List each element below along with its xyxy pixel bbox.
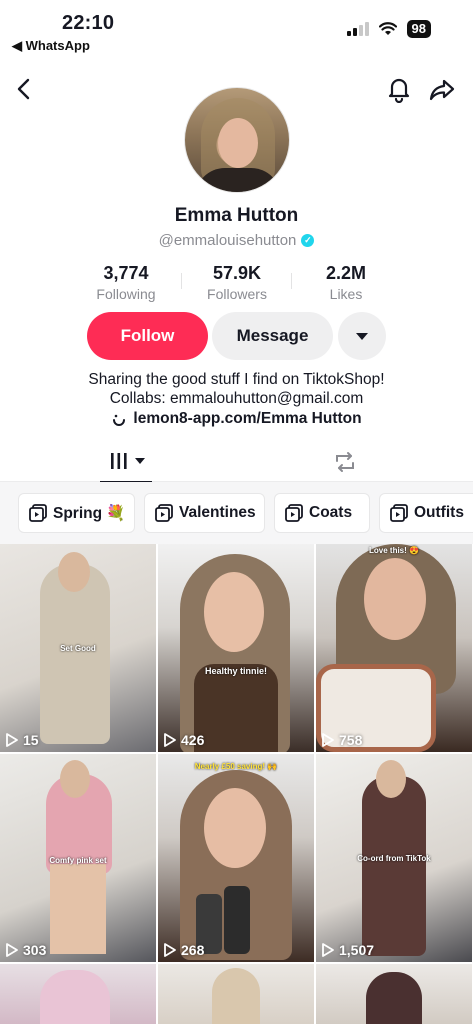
play-icon xyxy=(322,733,334,747)
view-count: 1,507 xyxy=(322,942,374,958)
status-time: 22:10 xyxy=(62,12,115,34)
message-button[interactable]: Message xyxy=(212,312,333,360)
videos-grid-icon xyxy=(111,453,127,469)
followers-count: 57.9K xyxy=(212,263,262,283)
bio-email: Collabs: emmalouhutton@gmail.com xyxy=(109,390,364,407)
playlist-coats[interactable]: Coats xyxy=(274,493,370,533)
dropdown-caret-icon xyxy=(135,458,145,464)
stat-following[interactable]: 3,774 Following xyxy=(71,263,181,302)
avatar[interactable] xyxy=(184,87,290,193)
content-tabs xyxy=(0,440,473,483)
battery-icon: 98 xyxy=(406,20,431,38)
status-icons: 98 xyxy=(346,20,431,38)
video-tile[interactable] xyxy=(158,964,314,1024)
wifi-icon xyxy=(378,22,397,35)
video-tile[interactable]: Healthy tinnie! 426 xyxy=(158,544,314,752)
playlist-label: Coats xyxy=(309,504,353,521)
caret-down-icon xyxy=(356,333,368,340)
playlist-icon xyxy=(390,504,408,522)
playlist-outfits[interactable]: Outfits xyxy=(379,493,473,533)
stat-followers[interactable]: 57.9K Followers xyxy=(182,263,292,302)
follow-button[interactable]: Follow xyxy=(87,312,208,360)
link-icon xyxy=(113,414,126,426)
video-tile[interactable]: Love this! 😍 758 xyxy=(316,544,472,752)
followers-label: Followers xyxy=(207,286,267,302)
following-count: 3,774 xyxy=(103,263,149,283)
bio-link[interactable]: lemon8-app.com/Emma Hutton xyxy=(0,410,473,428)
profile-handle: @emmalouisehutton xyxy=(158,232,297,249)
cellular-signal-icon xyxy=(346,22,369,36)
likes-label: Likes xyxy=(329,286,363,302)
playlist-label: Valentines xyxy=(179,504,256,521)
handle-row: @emmalouisehutton ✓ xyxy=(0,232,473,249)
video-caption: Comfy pink set xyxy=(49,856,107,865)
playlist-label: Outfits xyxy=(414,504,464,521)
tab-videos[interactable] xyxy=(100,440,152,483)
following-label: Following xyxy=(96,286,156,302)
view-count: 15 xyxy=(6,732,39,748)
video-tile[interactable] xyxy=(316,964,472,1024)
play-icon xyxy=(322,943,334,957)
bio-line: Sharing the good stuff I find on TiktokS… xyxy=(88,371,385,388)
video-caption: Healthy tinnie! xyxy=(204,666,267,676)
playlists-row: Spring 💐 Valentines Coats Outfits xyxy=(0,482,473,544)
bio-link-text: lemon8-app.com/Emma Hutton xyxy=(133,410,362,427)
video-tile[interactable]: Comfy pink set 303 xyxy=(0,754,156,962)
video-tile[interactable]: Co-ord from TikTok 1,507 xyxy=(316,754,472,962)
verified-badge-icon: ✓ xyxy=(301,234,315,247)
playlist-label: Spring 💐 xyxy=(53,504,126,522)
playlist-valentines[interactable]: Valentines xyxy=(144,493,265,533)
video-caption: Set Good xyxy=(60,644,96,653)
bell-icon[interactable] xyxy=(385,75,413,103)
video-tile[interactable] xyxy=(0,964,156,1024)
view-count: 426 xyxy=(164,732,204,748)
back-arrow-icon[interactable] xyxy=(12,76,38,102)
playlist-icon xyxy=(29,504,47,522)
profile-stats: 3,774 Following 57.9K Followers 2.2M Lik… xyxy=(0,263,473,303)
play-icon xyxy=(164,733,176,747)
stat-likes[interactable]: 2.2M Likes xyxy=(291,263,401,302)
playlist-icon xyxy=(155,504,173,522)
repost-icon[interactable] xyxy=(331,448,359,476)
video-caption: Nearly £50 saving! 🙌 xyxy=(194,762,278,771)
play-icon xyxy=(164,943,176,957)
view-count: 303 xyxy=(6,942,46,958)
profile-name: Emma Hutton xyxy=(174,205,299,226)
status-bar: 22:10 ◀ WhatsApp 98 xyxy=(0,0,473,56)
video-tile[interactable]: Set Good 15 xyxy=(0,544,156,752)
likes-count: 2.2M xyxy=(325,263,367,283)
video-caption: Co-ord from TikTok xyxy=(357,854,431,863)
playlist-spring[interactable]: Spring 💐 xyxy=(18,493,135,533)
video-caption: Love this! 😍 xyxy=(369,546,419,555)
video-tile[interactable]: Nearly £50 saving! 🙌 268 xyxy=(158,754,314,962)
share-icon[interactable] xyxy=(428,76,456,104)
play-icon xyxy=(6,733,18,747)
play-icon xyxy=(6,943,18,957)
suggested-accounts-button[interactable] xyxy=(338,312,386,360)
video-grid: Set Good 15 Healthy tinnie! 426 Love thi… xyxy=(0,544,473,1024)
back-to-whatsapp-link[interactable]: ◀ WhatsApp xyxy=(12,38,90,54)
view-count: 268 xyxy=(164,942,204,958)
view-count: 758 xyxy=(322,732,362,748)
playlist-icon xyxy=(285,504,303,522)
